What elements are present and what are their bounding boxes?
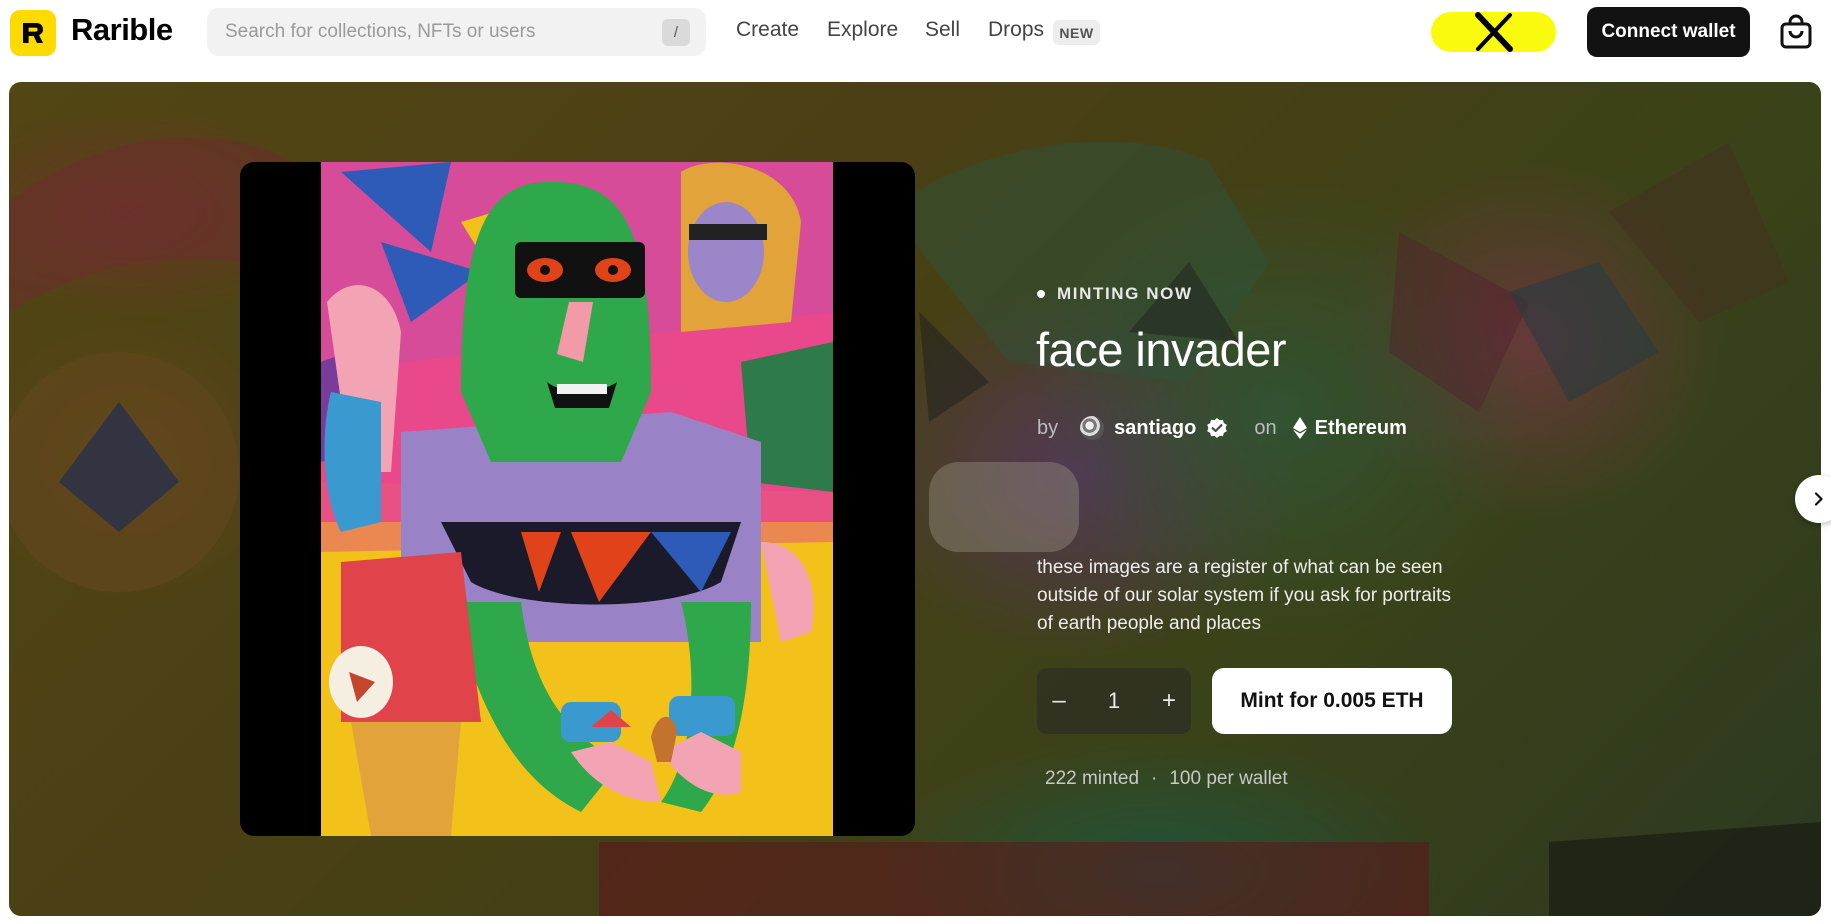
search-bar[interactable]: /: [207, 8, 706, 56]
mint-button[interactable]: Mint for 0.005 ETH: [1212, 668, 1452, 734]
minted-count: 222 minted: [1045, 768, 1140, 789]
ethereum-icon: [1292, 417, 1307, 439]
creator-chain-row: by santiago on Ethereum: [1037, 412, 1407, 444]
x-promo-button[interactable]: [1431, 12, 1556, 52]
new-badge: NEW: [1053, 20, 1100, 45]
stats-separator: ·: [1151, 768, 1158, 789]
status-label: MINTING NOW: [1057, 284, 1193, 303]
search-input[interactable]: [223, 20, 647, 44]
connect-wallet-button[interactable]: Connect wallet: [1587, 7, 1750, 57]
x-logo-icon: [1474, 12, 1513, 52]
nav-create[interactable]: Create: [736, 18, 799, 42]
mint-stats: 222 minted · 100 per wallet: [1045, 768, 1288, 790]
quantity-stepper: – 1 +: [1037, 668, 1191, 734]
live-dot-icon: [1037, 290, 1045, 298]
per-wallet-limit: 100 per wallet: [1169, 768, 1288, 789]
creator-avatar[interactable]: [1080, 416, 1105, 440]
minting-status: MINTING NOW: [1037, 284, 1193, 304]
drop-title: face invader: [1036, 323, 1287, 376]
nav-explore[interactable]: Explore: [827, 18, 898, 42]
verified-badge-icon: [1207, 418, 1228, 438]
brand-name[interactable]: Rarible: [71, 12, 173, 48]
decrease-quantity-button[interactable]: –: [1037, 687, 1081, 715]
quantity-value[interactable]: 1: [1108, 688, 1120, 714]
drop-hero-banner: MINTING NOW face invader by santiago on …: [9, 82, 1821, 916]
chain-name[interactable]: Ethereum: [1315, 417, 1407, 440]
shopping-bag-icon[interactable]: [1779, 14, 1813, 50]
by-label: by: [1037, 416, 1059, 439]
chevron-right-icon: [1814, 492, 1823, 506]
on-label: on: [1254, 416, 1277, 439]
nft-artwork-frame[interactable]: [240, 162, 915, 836]
nft-artwork-image: [321, 162, 833, 836]
top-navigation-bar: Rarible / Create Explore Sell Drops NEW …: [0, 0, 1831, 64]
nav-sell[interactable]: Sell: [925, 18, 960, 42]
creator-name[interactable]: santiago: [1114, 417, 1196, 440]
increase-quantity-button[interactable]: +: [1147, 687, 1191, 715]
rarible-logo-icon[interactable]: [10, 10, 56, 56]
drop-description: these images are a register of what can …: [1037, 557, 1451, 634]
search-shortcut-hint: /: [662, 19, 690, 46]
nav-drops[interactable]: Drops: [988, 18, 1044, 42]
